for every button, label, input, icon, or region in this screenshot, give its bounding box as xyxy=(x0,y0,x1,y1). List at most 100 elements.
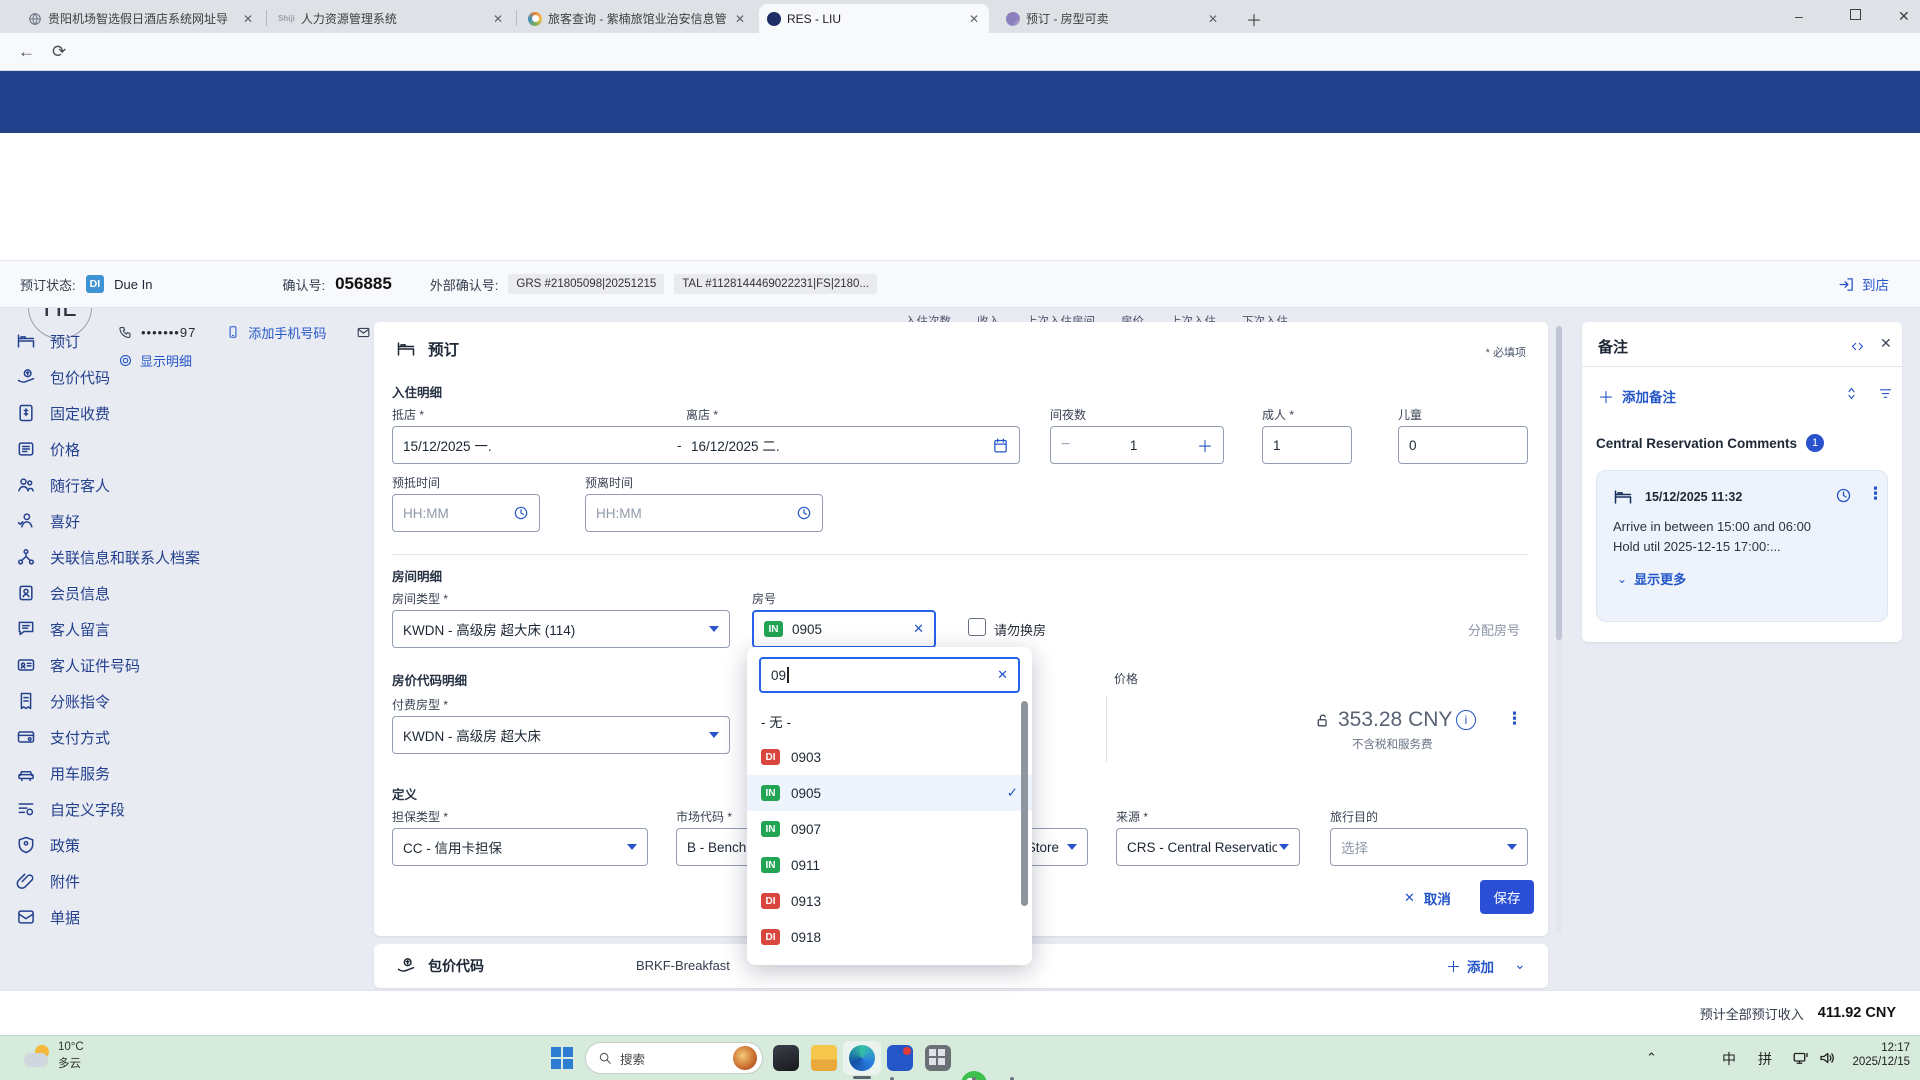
code-expand-icon[interactable] xyxy=(1850,339,1865,354)
tab-close-icon[interactable]: ✕ xyxy=(967,12,981,26)
tab-close-icon[interactable]: ✕ xyxy=(241,12,255,26)
browser-tab-2[interactable]: Shiji 人力资源管理系统 ✕ xyxy=(270,4,513,33)
room-option[interactable]: IN0919 xyxy=(747,955,1032,965)
room-option[interactable]: DI 0918 xyxy=(747,919,1032,955)
sidebar-item-policies[interactable]: 政策 xyxy=(16,829,346,861)
sidebar-item-custom-fields[interactable]: 自定义字段 xyxy=(16,793,346,825)
window-maximize-button[interactable] xyxy=(1850,9,1861,20)
source-select[interactable]: CRS - Central Reservation... xyxy=(1116,828,1300,866)
sidebar-item-transportation[interactable]: 用车服务 xyxy=(16,757,346,789)
external-conf-chip[interactable]: GRS #21805098|20251215 xyxy=(508,274,665,294)
price-menu-kebab-icon[interactable]: ⋮ xyxy=(1506,710,1523,727)
bed-icon xyxy=(16,331,36,351)
clear-icon[interactable]: ✕ xyxy=(913,621,924,637)
children-field[interactable]: 0 xyxy=(1398,426,1528,464)
network-icon[interactable] xyxy=(1792,1049,1810,1067)
window-minimize-button[interactable]: – xyxy=(1795,8,1803,24)
file-explorer-icon[interactable] xyxy=(811,1045,837,1071)
taskbar-search[interactable]: 搜索 xyxy=(585,1042,763,1074)
taskbar-clock[interactable]: 12:17 2025/12/15 xyxy=(1848,1042,1910,1068)
browser-tab-4-active[interactable]: RES - LIU ✕ xyxy=(759,4,989,33)
browser-tab-5[interactable]: 预订 - 房型可卖 ✕ xyxy=(998,4,1228,33)
sidebar-item-documents[interactable]: 单据 xyxy=(16,901,346,933)
cancel-button[interactable]: ✕ 取消 xyxy=(1404,888,1451,908)
checkin-button[interactable]: 到店 xyxy=(1838,261,1889,307)
back-icon[interactable]: ← xyxy=(18,42,35,62)
sidebar-item-preferences[interactable]: 喜好 xyxy=(16,505,346,537)
package-add-button[interactable]: ＋ 添加 xyxy=(1446,944,1494,988)
volume-icon[interactable] xyxy=(1818,1049,1836,1067)
taskbar-app-dark[interactable] xyxy=(773,1045,799,1071)
filter-icon[interactable] xyxy=(1878,386,1893,401)
sidebar-item-package-codes[interactable]: 包价代码 xyxy=(16,361,346,393)
calculator-app-icon[interactable] xyxy=(925,1045,951,1071)
new-tab-button[interactable]: ＋ xyxy=(1246,7,1262,31)
no-move-checkbox[interactable] xyxy=(968,618,986,636)
tray-expand-chevron-icon[interactable]: ⌃ xyxy=(1646,1050,1657,1066)
clear-icon[interactable]: ✕ xyxy=(997,667,1008,683)
tab-close-icon[interactable]: ✕ xyxy=(1206,12,1220,26)
sidebar-item-accompanying-guests[interactable]: 随行客人 xyxy=(16,469,346,501)
history-clock-icon[interactable] xyxy=(1835,487,1852,504)
room-option[interactable]: DI 0903 xyxy=(747,739,1032,775)
clock-icon[interactable] xyxy=(796,505,812,521)
info-icon[interactable]: i xyxy=(1456,710,1476,730)
room-option-selected[interactable]: IN 0905 ✓ xyxy=(747,775,1032,811)
nights-stepper[interactable]: − 1 ＋ xyxy=(1050,426,1224,464)
taskbar-app-blue[interactable] xyxy=(887,1045,913,1071)
room-type-select[interactable]: KWDN - 高级房 超大床 (114) xyxy=(392,610,730,648)
show-more-link[interactable]: ⌄ 显示更多 xyxy=(1617,569,1686,588)
plus-icon[interactable]: ＋ xyxy=(1197,433,1213,457)
pay-type-select[interactable]: KWDN - 高级房 超大床 xyxy=(392,716,730,754)
external-conf-chip[interactable]: TAL #1128144469022231|FS|2180... xyxy=(674,274,877,294)
room-option[interactable]: IN 0907 xyxy=(747,811,1032,847)
windows-start-button[interactable] xyxy=(551,1047,573,1069)
assign-room-link[interactable]: 分配房号 xyxy=(1468,620,1520,639)
sidebar-item-guest-messages[interactable]: 客人留言 xyxy=(16,613,346,645)
sidebar-item-attachments[interactable]: 附件 xyxy=(16,865,346,897)
guarantee-select[interactable]: CC - 信用卡担保 xyxy=(392,828,648,866)
sidebar-item-guest-ids[interactable]: 客人证件号码 xyxy=(16,649,346,681)
edge-browser-icon[interactable] xyxy=(849,1045,875,1071)
etd-field[interactable]: HH:MM xyxy=(585,494,823,532)
clock-icon[interactable] xyxy=(513,505,529,521)
dropdown-scrollbar-thumb[interactable] xyxy=(1021,701,1028,906)
lock-open-icon[interactable] xyxy=(1314,712,1331,729)
save-button[interactable]: 保存 xyxy=(1480,880,1534,914)
room-option-none[interactable]: - 无 - xyxy=(747,703,1032,739)
tab-close-icon[interactable]: ✕ xyxy=(733,12,747,26)
date-range-field[interactable]: 15/12/2025 一. - 16/12/2025 二. xyxy=(392,426,1020,464)
room-option[interactable]: IN 0911 xyxy=(747,847,1032,883)
sort-icon[interactable] xyxy=(1844,386,1859,401)
expand-chevron-icon[interactable]: ⌄ xyxy=(1514,956,1526,973)
sidebar-item-routing[interactable]: 分账指令 xyxy=(16,685,346,717)
sidebar-item-membership[interactable]: 会员信息 xyxy=(16,577,346,609)
calendar-icon[interactable] xyxy=(992,437,1009,454)
note-menu-kebab-icon[interactable]: ⋮ xyxy=(1867,485,1884,502)
browser-tab-3[interactable]: 旅客查询 - 紫楠旅馆业治安信息管 ✕ xyxy=(520,4,755,33)
sidebar-item-fixed-charges[interactable]: 固定收费 xyxy=(16,397,346,429)
notes-close-icon[interactable]: ✕ xyxy=(1880,335,1892,352)
room-no-combobox[interactable]: IN 0905 ✕ xyxy=(752,610,936,648)
add-note-button[interactable]: ＋ 添加备注 xyxy=(1598,384,1676,408)
ime-pinyin-icon[interactable]: 拼 xyxy=(1758,1049,1772,1069)
room-option[interactable]: DI 0913 xyxy=(747,883,1032,919)
sidebar-item-reservation[interactable]: 预订 xyxy=(16,325,346,357)
minus-icon[interactable]: − xyxy=(1061,436,1070,454)
sidebar-item-prices[interactable]: 价格 xyxy=(16,433,346,465)
main-scrollbar-thumb[interactable] xyxy=(1556,326,1562,640)
eta-field[interactable]: HH:MM xyxy=(392,494,540,532)
ime-language-icon[interactable]: 中 xyxy=(1722,1049,1736,1069)
sidebar-item-payment-methods[interactable]: 支付方式 xyxy=(16,721,346,753)
tab-close-icon[interactable]: ✕ xyxy=(491,12,505,26)
weather-widget[interactable]: 10°C 多云 xyxy=(58,1041,84,1071)
room-search-input[interactable]: 09 ✕ xyxy=(759,657,1020,693)
purpose-select[interactable]: 选择 xyxy=(1330,828,1528,866)
sidebar-item-linked-profiles[interactable]: 关联信息和联系人档案 xyxy=(16,541,346,573)
window-close-button[interactable]: ✕ xyxy=(1898,8,1910,25)
adults-field[interactable]: 1 xyxy=(1262,426,1352,464)
browser-tab-1[interactable]: 贵阳机场智选假日酒店系统网址导 ✕ xyxy=(20,4,263,33)
main-scrollbar-track[interactable] xyxy=(1556,326,1562,934)
refresh-icon[interactable]: ⟳ xyxy=(52,42,66,62)
weather-icon[interactable] xyxy=(22,1042,54,1074)
